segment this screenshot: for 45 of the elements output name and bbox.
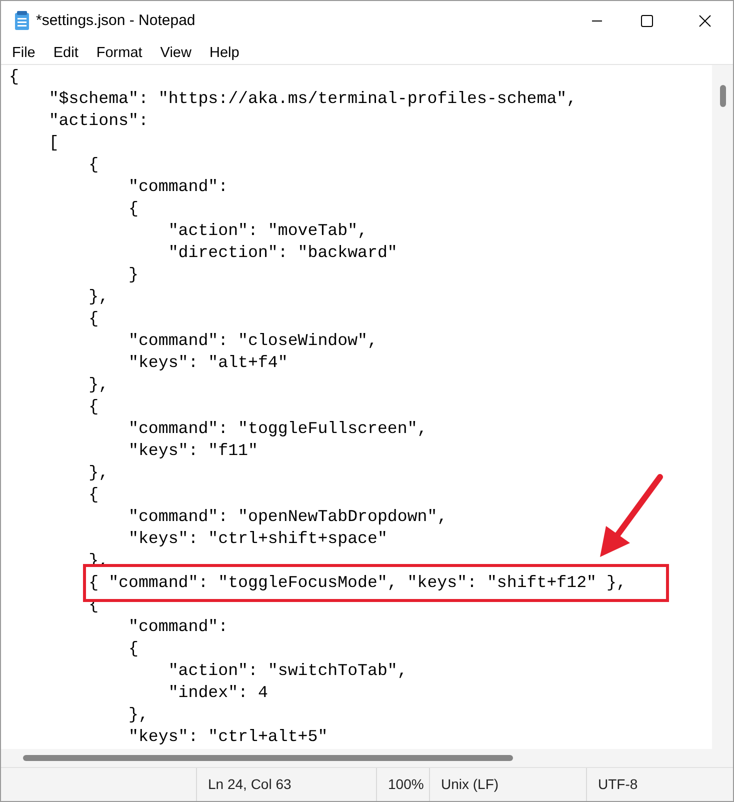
code-line: { [88, 154, 99, 176]
status-text: Ln 24, Col 63 [208, 775, 292, 794]
code-line: { [88, 308, 99, 330]
code-line: "$schema": "https://aka.ms/terminal-profiles-schema", [48, 88, 577, 110]
maximize-icon [641, 15, 653, 27]
menu-item[interactable]: Edit [44, 42, 88, 64]
code-line: "command": "toggleFullscreen", [127, 418, 428, 440]
code-line: { [88, 396, 99, 418]
menu-item[interactable]: File [3, 42, 44, 64]
code-line: "action": "switchToTab", [167, 660, 408, 682]
code-line: } [127, 264, 138, 286]
code-line: }, [127, 704, 148, 726]
code-line: "keys": "ctrl+alt+5" [127, 726, 328, 748]
code-line: }, [88, 374, 109, 396]
code-line: "keys": "alt+f4" [127, 352, 288, 374]
window-title: *settings.json - Notepad [36, 10, 196, 31]
code-line: "direction": "backward" [167, 242, 398, 264]
code-line: "command": "closeWindow", [127, 330, 378, 352]
status-text: Unix (LF) [441, 775, 499, 794]
code-line: "actions": [48, 110, 148, 132]
code-line: "command": "openNewTabDropdown", [127, 506, 448, 528]
code-line: "keys": "f11" [127, 440, 258, 462]
code-line: "action": "moveTab", [167, 220, 368, 242]
vertical-scrollbar[interactable] [712, 65, 733, 749]
menu-item[interactable]: Format [87, 42, 152, 64]
close-icon [699, 15, 711, 27]
notepad-icon [14, 11, 30, 31]
menu-item[interactable]: Help [200, 42, 248, 64]
code-line: { [127, 638, 138, 660]
scrollbar-thumb[interactable] [23, 755, 513, 761]
code-line: }, [88, 286, 109, 308]
code-line: { [9, 66, 19, 88]
status-text: 100% [388, 775, 424, 794]
code-line: "index": 4 [167, 682, 268, 704]
code-line: { [88, 484, 99, 506]
code-line: { [127, 198, 138, 220]
status-text: UTF-8 [598, 775, 638, 794]
horizontal-scrollbar[interactable] [1, 749, 733, 767]
scrollbar-thumb[interactable] [720, 85, 726, 107]
code-line: }, [88, 462, 109, 484]
code-line: "command": [127, 176, 228, 198]
menu-item[interactable]: View [151, 42, 200, 64]
code-line: [ [48, 132, 59, 154]
code-line: "command": [127, 616, 228, 638]
code-line: "keys": "ctrl+shift+space" [127, 528, 388, 550]
